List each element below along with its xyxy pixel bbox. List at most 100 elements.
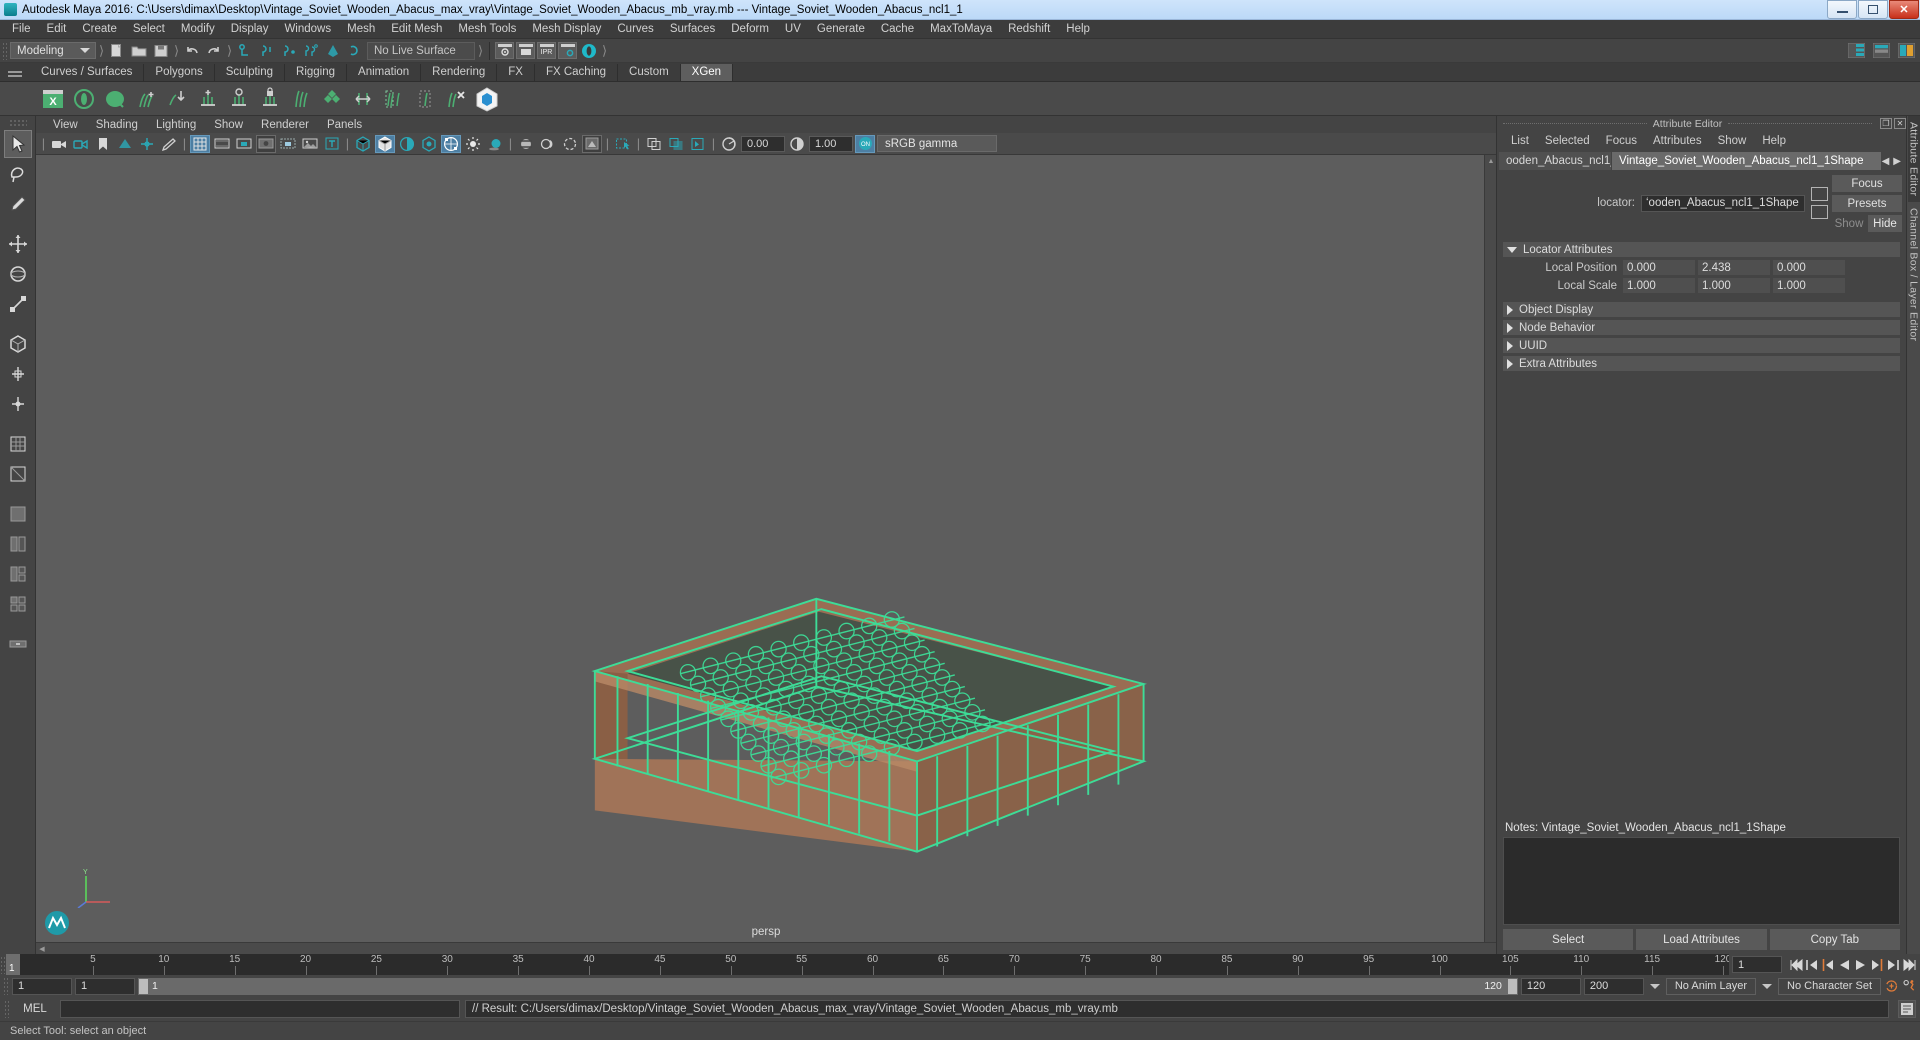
menu-redshift[interactable]: Redshift [1000,22,1058,36]
range-slider-grip[interactable] [3,977,9,995]
ipr-render-icon[interactable]: IPR [537,42,556,59]
menu-edit-mesh[interactable]: Edit Mesh [383,22,450,36]
render-region-icon[interactable] [516,42,535,59]
image-display-icon[interactable] [300,135,320,153]
redo-icon[interactable] [204,41,224,61]
menu-mesh-tools[interactable]: Mesh Tools [450,22,524,36]
select-camera-icon[interactable] [49,135,69,153]
xray-toggle-button[interactable] [4,460,32,488]
select-output-node-icon[interactable] [1811,205,1828,219]
viewport-menu-panels[interactable]: Panels [318,119,371,131]
shelf-tab-fx-caching[interactable]: FX Caching [534,64,619,81]
play-backwards-button[interactable] [1837,956,1852,973]
menu-maxtomaya[interactable]: MaxToMaya [922,22,1000,36]
close-button[interactable]: ✕ [1889,0,1919,19]
select-button[interactable]: Select [1503,929,1634,950]
isolate-selected-toggle-icon[interactable] [613,135,633,153]
command-line-grip[interactable] [4,1000,10,1018]
local-scale-y-field[interactable]: 1.000 [1698,278,1770,293]
rotate-tool-button[interactable] [4,260,32,288]
ae-menu-selected[interactable]: Selected [1537,135,1598,147]
menu-help[interactable]: Help [1058,22,1098,36]
shaded-wireframe-icon[interactable] [397,135,417,153]
textured-icon[interactable] [419,135,439,153]
show-button[interactable]: Show [1832,215,1866,232]
anim-layer-chevron-icon[interactable] [1649,983,1660,989]
shelf-tab-xgen[interactable]: XGen [680,64,734,81]
minimize-button[interactable] [1827,0,1857,19]
menu-set-selector[interactable]: Modeling [10,42,96,59]
no-layout-button[interactable] [4,500,32,528]
exposure-control-icon[interactable] [278,135,298,153]
color-management-selector[interactable]: sRGB gamma [877,135,997,152]
step-forward-frame-button[interactable] [1869,956,1884,973]
playback-end-time-field[interactable]: 120 [1520,977,1581,995]
exposure-field[interactable]: 0.00 [741,135,785,152]
frame-header-extra-attributes[interactable]: Extra Attributes [1503,356,1900,371]
character-set-selector[interactable]: No Character Set [1778,977,1881,995]
xgen-remove-brush-icon[interactable] [443,86,469,112]
channel-box-toggle-icon[interactable] [1846,41,1866,61]
viewport-menu-view[interactable]: View [44,119,87,131]
vertical-tab-attribute-editor[interactable]: Attribute Editor [1907,116,1920,203]
camera-attributes-icon[interactable] [71,135,91,153]
scroll-up-arrow-icon[interactable]: ▲ [1485,155,1496,167]
menu-select[interactable]: Select [125,22,173,36]
menu-edit[interactable]: Edit [39,22,75,36]
select-by-hierarchy-icon[interactable] [235,41,255,61]
menu-deform[interactable]: Deform [723,22,777,36]
shelf-tab-fx[interactable]: FX [497,64,535,81]
ambient-occlusion-icon[interactable] [485,135,505,153]
layer-editor-toggle-icon[interactable] [1871,41,1891,61]
shelf-tab-rigging[interactable]: Rigging [285,64,348,81]
gate-mask-icon[interactable] [256,134,276,153]
tab-next-arrow-icon[interactable]: ▶ [1893,156,1901,167]
exposure-icon[interactable] [719,135,739,153]
xgen-preview-icon[interactable] [474,86,500,112]
last-tool-button[interactable] [4,390,32,418]
snap-magnet-icon[interactable] [323,41,343,61]
three-pane-layout-button[interactable] [4,560,32,588]
color-management-toggle-icon[interactable]: ON [855,134,875,153]
current-frame-field[interactable]: 1 [1732,956,1782,973]
menu-generate[interactable]: Generate [809,22,873,36]
persp-viewport[interactable]: Y persp ▲ [36,155,1496,942]
image-plane-icon[interactable] [115,135,135,153]
gamma-icon[interactable] [787,135,807,153]
shelf-handle[interactable] [0,62,30,81]
hypershade-icon[interactable] [579,41,599,61]
ae-menu-help[interactable]: Help [1754,135,1794,147]
move-tool-button[interactable] [4,230,32,258]
attribute-editor-toggle-icon[interactable] [1896,41,1916,61]
close-panel-icon[interactable]: ✕ [1894,118,1907,129]
two-pane-layout-button[interactable] [4,530,32,558]
vertical-tab-channel-box[interactable]: Channel Box / Layer Editor [1908,202,1920,347]
animation-preferences-icon[interactable] [1902,978,1917,995]
menu-create[interactable]: Create [74,22,125,36]
isolate-select-icon[interactable] [582,134,602,153]
save-scene-icon[interactable] [151,41,171,61]
use-all-lights-icon[interactable] [441,134,461,153]
animation-end-time-field[interactable]: 200 [1583,977,1644,995]
xray-joints-icon[interactable] [666,135,686,153]
play-forwards-button[interactable] [1853,956,1868,973]
two-d-pan-zoom-icon[interactable] [137,135,157,153]
snap-grid-button[interactable] [4,430,32,458]
make-live-icon[interactable] [345,41,365,61]
go-to-start-button[interactable] [1789,956,1804,973]
xgen-density-brush-icon[interactable] [195,86,221,112]
xgen-description-icon[interactable] [71,86,97,112]
lasso-select-tool-button[interactable] [4,160,32,188]
viewport-vertical-scrollbar[interactable]: ▲ [1484,155,1496,942]
copy-tab-button[interactable]: Copy Tab [1769,929,1900,950]
node-tab-shape[interactable]: Vintage_Soviet_Wooden_Abacus_ncl1_1Shape [1612,152,1881,170]
menu-windows[interactable]: Windows [276,22,339,36]
menu-file[interactable]: File [4,22,39,36]
range-start-handle[interactable] [139,978,148,994]
presets-button[interactable]: Presets [1832,195,1902,212]
viewport-menu-renderer[interactable]: Renderer [252,119,318,131]
shelf-tab-sculpting[interactable]: Sculpting [214,64,286,81]
xgen-clump-brush-icon[interactable] [381,86,407,112]
step-back-key-button[interactable] [1805,956,1820,973]
depth-of-field-icon[interactable] [560,135,580,153]
